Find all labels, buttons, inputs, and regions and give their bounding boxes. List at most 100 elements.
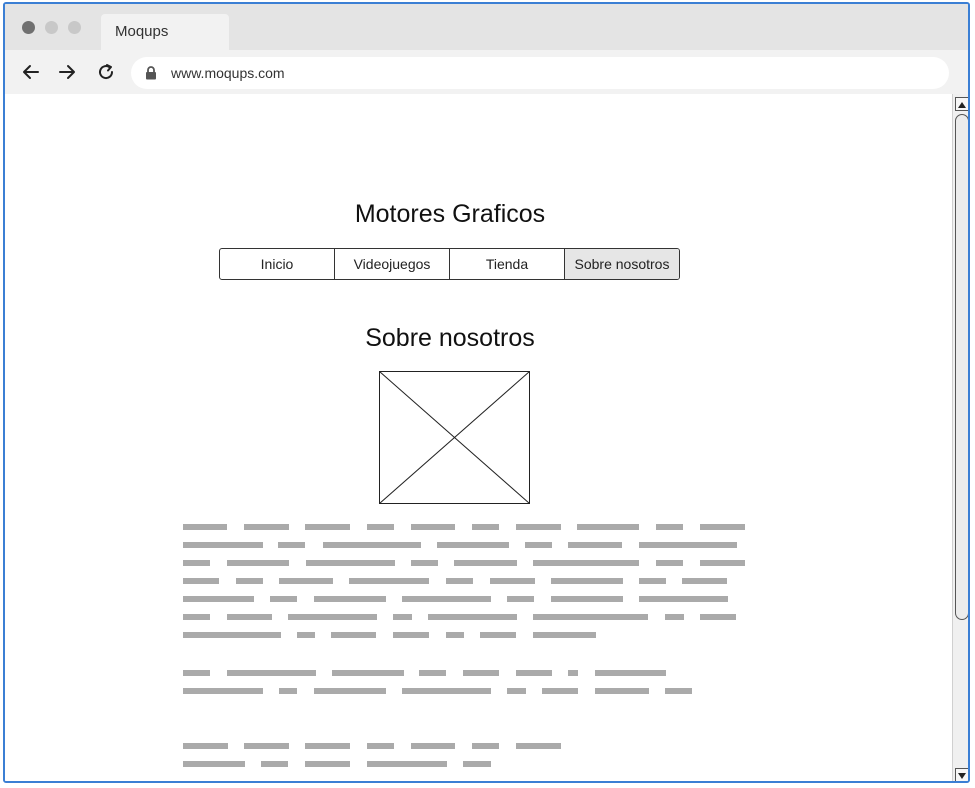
reload-button[interactable]	[94, 60, 118, 84]
address-bar[interactable]: www.moqups.com	[131, 57, 949, 89]
placeholder-text-line	[227, 560, 289, 566]
nav-item-inicio[interactable]: Inicio	[220, 249, 335, 279]
triangle-down-icon	[958, 773, 966, 779]
placeholder-text-line	[183, 688, 263, 694]
placeholder-text-line	[402, 688, 491, 694]
placeholder-text-line	[568, 542, 622, 548]
placeholder-text-line	[700, 560, 745, 566]
placeholder-text-line	[446, 578, 473, 584]
browser-tab[interactable]: Moqups	[101, 14, 229, 50]
placeholder-text-line	[288, 614, 377, 620]
placeholder-text-line	[595, 670, 666, 676]
placeholder-text-line	[472, 524, 499, 530]
placeholder-text-line	[437, 542, 509, 548]
placeholder-text-line	[411, 524, 455, 530]
placeholder-text-line	[472, 743, 499, 749]
placeholder-text-line	[551, 596, 623, 602]
nav-item-sobre-nosotros[interactable]: Sobre nosotros	[565, 249, 679, 279]
nav-item-videojuegos[interactable]: Videojuegos	[335, 249, 450, 279]
browser-window: Moqups www.moqups.com Motores Graficos I…	[3, 2, 970, 783]
placeholder-text-line	[279, 578, 333, 584]
placeholder-text-line	[183, 578, 219, 584]
forward-button[interactable]	[55, 60, 79, 84]
placeholder-text-line	[297, 632, 315, 638]
placeholder-text-line	[595, 688, 649, 694]
placeholder-text-line	[183, 524, 227, 530]
placeholder-text-line	[349, 578, 429, 584]
placeholder-text-line	[270, 596, 297, 602]
placeholder-text-line	[305, 743, 350, 749]
nav-item-tienda[interactable]: Tienda	[450, 249, 565, 279]
placeholder-text-line	[656, 560, 683, 566]
placeholder-text-line	[314, 688, 386, 694]
placeholder-text-line	[533, 560, 639, 566]
placeholder-text-line	[507, 596, 534, 602]
placeholder-text-line	[332, 670, 404, 676]
maximize-window-button[interactable]	[68, 21, 81, 34]
placeholder-text-line	[183, 596, 254, 602]
placeholder-text-line	[227, 614, 272, 620]
placeholder-text-line	[446, 632, 464, 638]
placeholder-text-line	[463, 761, 491, 767]
placeholder-text-line	[525, 542, 552, 548]
placeholder-text-line	[665, 614, 684, 620]
section-title: Sobre nosotros	[365, 324, 535, 352]
placeholder-text-line	[516, 670, 552, 676]
placeholder-text-line	[244, 743, 289, 749]
placeholder-text-line	[639, 596, 728, 602]
placeholder-text-line	[542, 688, 578, 694]
placeholder-text-line	[639, 542, 737, 548]
placeholder-text-line	[367, 743, 394, 749]
scroll-down-button[interactable]	[955, 768, 968, 781]
minimize-window-button[interactable]	[45, 21, 58, 34]
placeholder-text-line	[279, 688, 297, 694]
placeholder-text-line	[183, 542, 263, 548]
placeholder-text-line	[516, 743, 561, 749]
placeholder-text-line	[411, 560, 438, 566]
triangle-up-icon	[958, 102, 966, 108]
scrollbar-thumb[interactable]	[955, 114, 968, 620]
forward-arrow-icon	[59, 65, 75, 79]
close-window-button[interactable]	[22, 21, 35, 34]
placeholder-text-line	[656, 524, 683, 530]
reload-icon	[99, 64, 114, 80]
placeholder-text-line	[236, 578, 263, 584]
placeholder-text-line	[411, 743, 455, 749]
url-text: www.moqups.com	[171, 65, 285, 81]
placeholder-text-line	[278, 542, 305, 548]
image-placeholder-icon	[379, 371, 530, 504]
placeholder-text-line	[183, 761, 245, 767]
placeholder-text-line	[183, 614, 210, 620]
lock-icon	[146, 66, 156, 80]
title-bar: Moqups	[5, 4, 968, 50]
placeholder-text-line	[393, 614, 412, 620]
placeholder-text-line	[463, 670, 499, 676]
placeholder-text-line	[480, 632, 516, 638]
back-arrow-icon	[23, 65, 39, 79]
placeholder-text-line	[428, 614, 517, 620]
placeholder-text-line	[331, 632, 376, 638]
vertical-scrollbar[interactable]	[952, 94, 968, 781]
placeholder-text-line	[639, 578, 666, 584]
page-viewport: Motores Graficos Inicio Videojuegos Tien…	[5, 94, 951, 781]
placeholder-text-line	[323, 542, 421, 548]
back-button[interactable]	[19, 60, 43, 84]
placeholder-text-line	[507, 688, 526, 694]
placeholder-text-line	[419, 670, 446, 676]
placeholder-text-line	[551, 578, 623, 584]
placeholder-text-line	[314, 596, 386, 602]
placeholder-text-line	[305, 761, 350, 767]
placeholder-text-line	[665, 688, 692, 694]
scroll-up-button[interactable]	[955, 97, 968, 111]
placeholder-text-line	[490, 578, 535, 584]
placeholder-text-line	[244, 524, 289, 530]
placeholder-text-line	[261, 761, 288, 767]
placeholder-text-line	[183, 632, 281, 638]
placeholder-text-line	[183, 670, 210, 676]
placeholder-text-line	[183, 743, 228, 749]
placeholder-text-line	[367, 761, 447, 767]
placeholder-text-line	[568, 670, 578, 676]
placeholder-text-line	[533, 632, 596, 638]
placeholder-text-line	[306, 560, 395, 566]
placeholder-text-line	[533, 614, 648, 620]
